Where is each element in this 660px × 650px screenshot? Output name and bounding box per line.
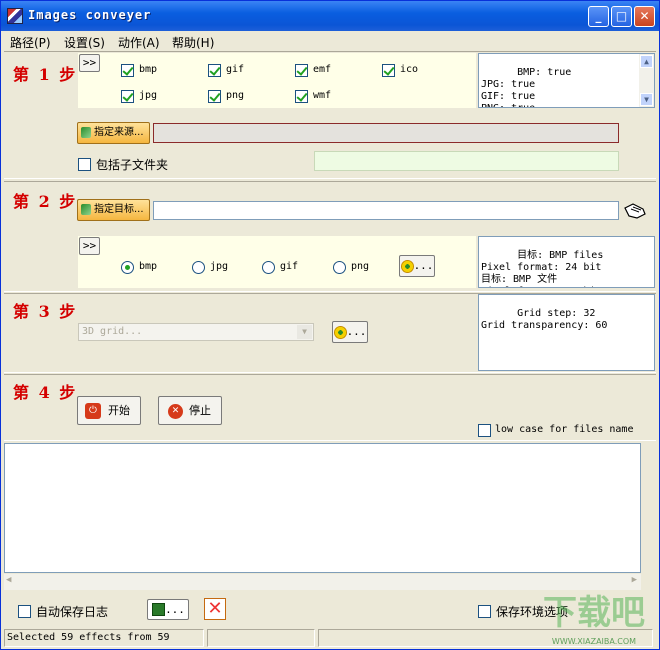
status-text: Selected 59 effects from 59 [4,629,204,647]
target-info-box[interactable]: 目标: BMP files Pixel format: 24 bit 目标: B… [478,236,655,288]
menu-settings[interactable]: 设置(S) [64,34,105,51]
scroll-right-icon[interactable]: ▶ [632,575,637,585]
scroll-up-icon[interactable]: ▲ [640,55,653,68]
target-jpg-label: jpg [210,261,229,272]
step2-expand-button[interactable]: >> [79,237,100,255]
step1-expand-button[interactable]: >> [79,54,100,72]
title-bar[interactable]: Images conveyer _ □ ✕ [1,1,659,31]
format-ico-checkbox[interactable] [382,64,395,77]
menu-action[interactable]: 动作(A) [118,34,160,51]
include-subfolders-label: 包括子文件夹 [96,158,169,172]
save-log-button[interactable]: ... [147,599,189,620]
target-info-text: 目标: BMP files Pixel format: 24 bit 目标: B… [481,250,604,287]
scroll-down-icon[interactable]: ▼ [640,93,653,106]
minimize-button[interactable]: _ [588,6,609,27]
source-path-field[interactable] [153,123,619,143]
target-jpg-radio[interactable] [192,261,205,274]
format-wmf-checkbox[interactable] [295,90,308,103]
step4-section: 第 4 步 ⏻ 开始 ✕ 停止 low case for files name [4,374,656,441]
stop-button[interactable]: ✕ 停止 [158,396,222,425]
format-emf-checkbox[interactable] [295,64,308,77]
effect-select[interactable]: 3D grid... ▼ [78,323,314,341]
gear-icon [333,325,347,339]
format-png-checkbox[interactable] [208,90,221,103]
watermark-url: WWW.XIAZAIBA.COM [551,637,637,646]
save-env-checkbox[interactable] [478,605,491,618]
maximize-icon: □ [615,9,628,23]
include-subfolders-checkbox[interactable] [78,158,91,171]
minimize-icon: _ [595,9,602,23]
target-gif-radio[interactable] [262,261,275,274]
target-gif-label: gif [280,261,299,272]
effect-info-box[interactable]: Grid step: 32 Grid transparency: 60 [478,294,655,371]
log-area[interactable] [4,443,641,573]
format-bmp-label: bmp [139,64,158,75]
floppy-icon [152,603,165,616]
step2-label: 第 2 步 [13,192,78,211]
step3-section: 第 3 步 3D grid... ▼ ... Grid step: 32 Gri… [4,293,656,373]
start-label: 开始 [108,404,130,417]
target-png-label: png [351,261,370,272]
chevron-down-icon[interactable]: ▼ [297,325,312,339]
window-title: Images conveyer [28,8,152,22]
maximize-button[interactable]: □ [611,6,632,27]
step1-section: 第 1 步 >> bmp gif emf ico jpg png wmf BMP… [4,51,656,179]
clear-log-button[interactable]: ✕ [204,598,226,620]
subfolders-path-field[interactable] [314,151,619,171]
menu-help[interactable]: 帮助(H) [172,34,214,51]
autosave-log-checkbox[interactable] [18,605,31,618]
format-bmp-checkbox[interactable] [121,64,134,77]
format-ico-label: ico [400,64,419,75]
source-info-scrollbar[interactable]: ▲ ▼ [639,54,654,107]
effect-info-text: Grid step: 32 Grid transparency: 60 [481,308,608,331]
app-window: Images conveyer _ □ ✕ 路径(P) 设置(S) 动作(A) … [0,0,660,650]
target-settings-button[interactable]: ... [399,255,435,277]
specify-source-label: 指定来源... [94,127,144,138]
close-button[interactable]: ✕ [634,6,655,27]
start-button[interactable]: ⏻ 开始 [77,396,141,425]
step2-section: 第 2 步 指定目标... >> bmp jpg gif png ... 目标:… [4,181,656,292]
effect-settings-button[interactable]: ... [332,321,368,343]
target-path-field[interactable] [153,201,619,220]
format-jpg-label: jpg [139,90,158,101]
status-cell-2 [207,629,315,647]
stop-label: 停止 [189,404,211,417]
target-bmp-radio[interactable] [121,261,134,274]
step1-label: 第 1 步 [13,65,78,84]
format-gif-label: gif [226,64,245,75]
menu-path[interactable]: 路径(P) [10,34,51,51]
format-png-label: png [226,90,245,101]
app-icon [7,8,23,24]
watermark-brand: 下载吧 [543,593,645,633]
specify-source-button[interactable]: 指定来源... [77,122,150,144]
target-png-radio[interactable] [333,261,346,274]
power-icon: ⏻ [85,403,101,419]
source-info-text: BMP: true JPG: true GIF: true PNG: true … [481,67,572,107]
lowcase-checkbox[interactable] [478,424,491,437]
specify-target-label: 指定目标... [94,204,144,215]
source-formats-panel [78,53,476,108]
format-gif-checkbox[interactable] [208,64,221,77]
clear-icon: ✕ [207,598,223,619]
watermark-logo: 下载吧 WWW.XIAZAIBA.COM [533,593,655,649]
lowcase-label: low case for files name [495,424,634,435]
source-info-box[interactable]: BMP: true JPG: true GIF: true PNG: true … [478,53,655,108]
stop-icon: ✕ [168,404,183,419]
scroll-left-icon[interactable]: ◀ [6,575,11,585]
menu-bar: 路径(P) 设置(S) 动作(A) 帮助(H) [1,31,659,51]
step4-label: 第 4 步 [13,383,78,402]
autosave-log-label: 自动保存日志 [36,605,109,619]
specify-target-button[interactable]: 指定目标... [77,199,150,221]
close-icon: ✕ [639,9,650,23]
format-wmf-label: wmf [313,90,332,101]
step3-label: 第 3 步 [13,302,78,321]
format-jpg-checkbox[interactable] [121,90,134,103]
log-horizontal-scrollbar[interactable]: ◀ ▶ [4,574,641,590]
hand-pointer-icon[interactable] [623,200,647,222]
format-emf-label: emf [313,64,332,75]
target-bmp-label: bmp [139,261,158,272]
gear-icon [400,259,414,273]
